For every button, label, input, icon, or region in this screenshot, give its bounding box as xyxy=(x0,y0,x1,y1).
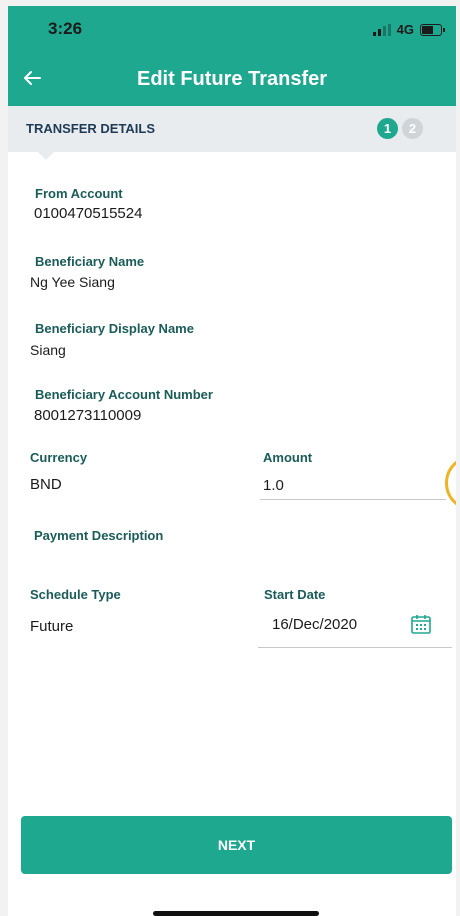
beneficiary-account-number-label: Beneficiary Account Number xyxy=(35,387,213,402)
schedule-type-label: Schedule Type xyxy=(30,587,121,602)
steps-bar: TRANSFER DETAILS 1 2 xyxy=(8,106,456,152)
page-title: Edit Future Transfer xyxy=(136,68,328,90)
amount-underline xyxy=(260,499,446,500)
assistive-touch-ring[interactable] xyxy=(445,455,456,511)
network-type: 4G xyxy=(396,22,414,37)
from-account-value: 0100470515524 xyxy=(34,205,143,222)
from-account-label: From Account xyxy=(35,186,123,201)
start-date-underline xyxy=(258,647,452,648)
calendar-icon[interactable] xyxy=(410,613,432,635)
status-indicators: 4G xyxy=(372,22,445,37)
home-indicator xyxy=(153,911,319,916)
next-button[interactable]: NEXT xyxy=(21,816,452,874)
schedule-type-value[interactable]: Future xyxy=(30,618,73,635)
currency-value: BND xyxy=(30,476,62,493)
steps-pointer xyxy=(38,152,54,160)
beneficiary-display-name-value: Siang xyxy=(30,342,66,358)
beneficiary-name-label: Beneficiary Name xyxy=(35,254,145,269)
signal-icon xyxy=(372,23,391,36)
status-bar: 3:26 4G xyxy=(8,6,456,50)
beneficiary-display-name-label: Beneficiary Display Name xyxy=(35,321,194,336)
beneficiary-account-number-value: 8001273110009 xyxy=(34,407,142,424)
beneficiary-name-value: Ng Yee Siang xyxy=(30,274,115,290)
currency-label: Currency xyxy=(30,450,88,465)
amount-label: Amount xyxy=(263,450,313,465)
phone-screen: 3:26 4G Edit Future Transfer TRANSFER DE… xyxy=(8,6,456,916)
amount-field[interactable]: 1.0 xyxy=(263,477,284,494)
battery-icon xyxy=(420,23,445,36)
steps-title: TRANSFER DETAILS xyxy=(26,121,156,136)
start-date-field[interactable]: 16/Dec/2020 xyxy=(272,616,357,633)
app-bar: Edit Future Transfer xyxy=(8,50,456,106)
status-time: 3:26 xyxy=(48,19,83,38)
payment-description-label: Payment Description xyxy=(34,528,164,543)
step-1-indicator: 1 xyxy=(377,118,398,139)
start-date-label: Start Date xyxy=(264,587,326,602)
step-2-indicator: 2 xyxy=(402,118,423,139)
